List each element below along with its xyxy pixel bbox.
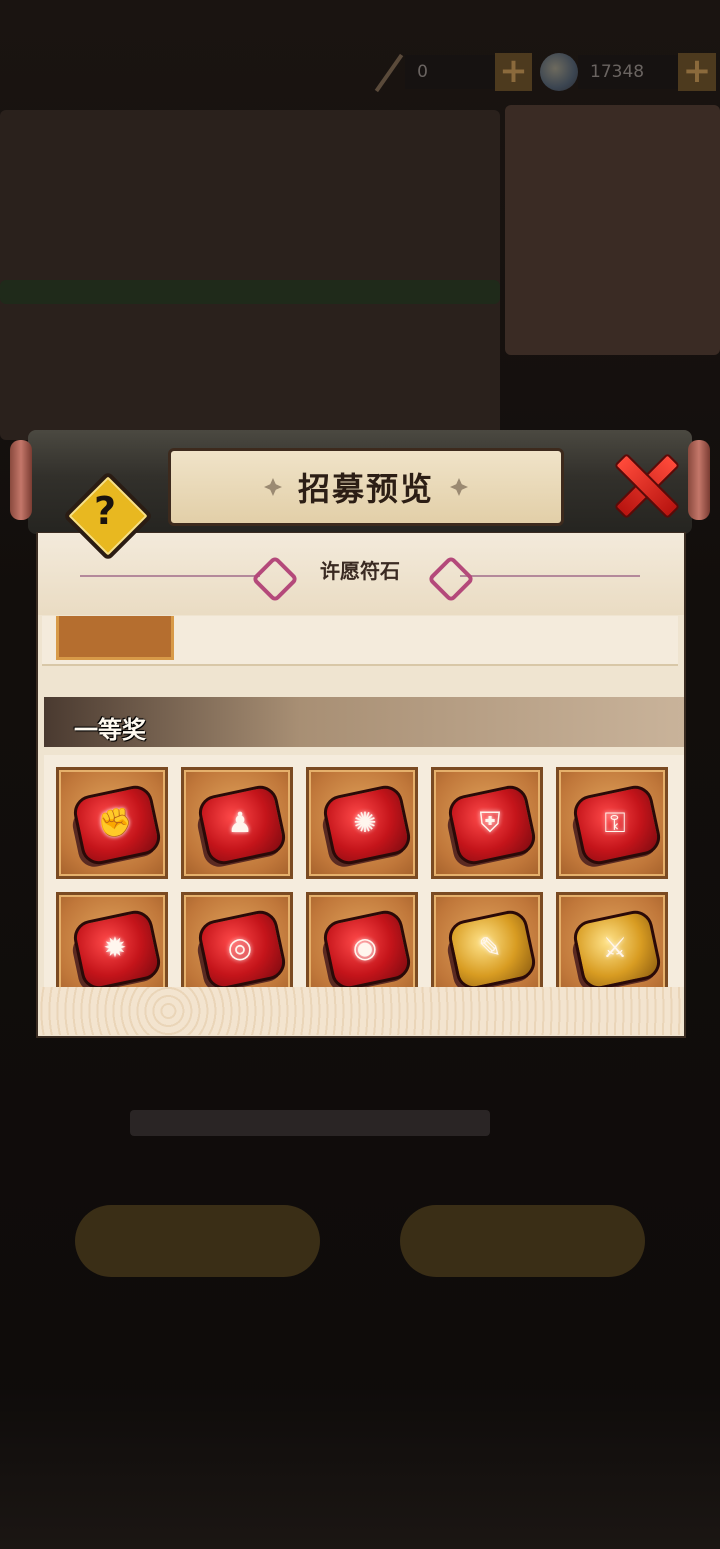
shuriken-icon: [450, 478, 468, 496]
add-gem-button[interactable]: +: [678, 53, 716, 91]
shuriken-icon: [264, 478, 282, 496]
help-icon[interactable]: ?: [90, 486, 120, 536]
background-recruit-ten-button: [400, 1205, 645, 1277]
scroll-rod-end-right: [688, 440, 710, 520]
currency-scroll: 0 +: [372, 52, 532, 92]
reward-cell[interactable]: ◎: [181, 892, 293, 987]
background-stripe: [0, 280, 500, 304]
currency-gem: 17348 +: [540, 52, 720, 92]
background-side-panel: [505, 105, 720, 355]
currency-gem-value: 17348: [578, 55, 678, 89]
reward-cell[interactable]: ✹: [56, 892, 168, 987]
background-bottom-bar: [0, 1390, 720, 1549]
reward-cell[interactable]: ◉: [306, 892, 418, 987]
reward-cell[interactable]: ⚔: [556, 892, 668, 987]
background-info-text: [130, 1110, 490, 1136]
reward-cell[interactable]: ✊: [56, 767, 168, 879]
reward-grid[interactable]: ✊ ♟ ✺ ⛨ ⚿ ✹ ◎ ◉ ✎ ⚔: [44, 755, 684, 987]
reward-cell[interactable]: ✺: [306, 767, 418, 879]
previous-tier-row[interactable]: [42, 616, 678, 666]
add-scroll-button[interactable]: +: [495, 53, 532, 91]
gem-icon: [540, 53, 578, 91]
scroll-rod-end-left: [10, 440, 32, 520]
currency-scroll-value: 0: [405, 55, 495, 89]
reward-cell-partial[interactable]: [56, 616, 174, 660]
modal-footer-pattern: [40, 987, 682, 1035]
tier-label: 一等奖: [74, 716, 146, 744]
reward-cell[interactable]: ♟: [181, 767, 293, 879]
reward-cell[interactable]: ⛨: [431, 767, 543, 879]
modal-title-banner: 招募预览: [168, 448, 564, 526]
modal-subtitle: 许愿符石: [320, 559, 400, 583]
reward-cell[interactable]: ⚿: [556, 767, 668, 879]
reward-cell[interactable]: ✎: [431, 892, 543, 987]
background-recruit-once-button: [75, 1205, 320, 1277]
background-banner-panel: [0, 110, 500, 440]
close-button[interactable]: [612, 452, 676, 516]
scroll-pen-icon: [372, 55, 405, 89]
modal-title: 招募预览: [297, 470, 434, 508]
